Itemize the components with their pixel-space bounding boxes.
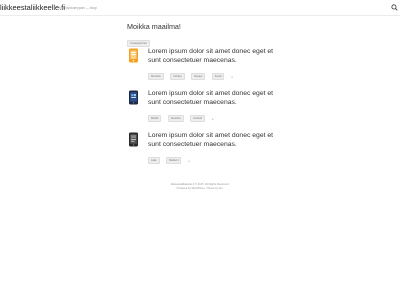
page-title: Moikka maailma! [127,22,181,31]
post-tag[interactable]: Koodi [211,73,225,81]
post-more[interactable]: + [231,74,233,79]
post-item: Lorem ipsum dolor sit amet donec eget et… [127,89,277,125]
post-tag[interactable]: Android [190,115,206,123]
post-more[interactable]: + [211,116,213,121]
post-tag[interactable]: Design [191,73,206,81]
post-more[interactable]: + [188,158,190,163]
post-tag[interactable]: Sovellus [167,115,184,123]
post-tag[interactable]: Kehitys [170,73,185,81]
post-tag[interactable]: Laite [148,157,160,165]
post-tag-list: Mobiili Sovellus Android + [148,110,278,123]
post-item: Lorem ipsum dolor sit amet donec eget et… [127,131,277,167]
site-title[interactable]: liikkeestaliikkeelle.fi [0,3,65,12]
dark-phone-thumbnail[interactable] [127,132,140,147]
post-tag[interactable]: Moderni [166,157,182,165]
post-tag[interactable]: Mobiili [148,115,162,123]
post-item: Lorem ipsum dolor sit amet donec eget et… [127,47,277,83]
footer-credits[interactable]: Powered by WordPress. Theme by Alx. [0,187,400,191]
blue-phone-thumbnail[interactable] [127,90,140,105]
post-tag[interactable]: Muotoilu [148,73,164,81]
page-tag-more: · [156,41,158,46]
page-tag-list: Uncategorized · [127,35,277,48]
post-title[interactable]: Lorem ipsum dolor sit amet donec eget et… [148,89,278,107]
top-bar: liikkeestaliikkeelle.fi Yhteistyökumppan… [0,0,400,16]
orange-phone-thumbnail[interactable] [127,48,140,63]
main-content: Moikka maailma! Uncategorized · Lorem ip… [127,22,277,167]
post-title[interactable]: Lorem ipsum dolor sit amet donec eget et… [148,47,278,65]
site-footer: liikkeestaliikkeelle.fi © 2015. All Righ… [0,183,400,191]
post-tag-list: Laite Moderni + [148,152,278,165]
post-title[interactable]: Lorem ipsum dolor sit amet donec eget et… [148,131,278,149]
site-tagline: Yhteistyökumppani — blogi [58,5,97,10]
search-icon[interactable] [391,4,398,11]
post-tag-list: Muotoilu Kehitys Design Koodi + [148,68,278,81]
